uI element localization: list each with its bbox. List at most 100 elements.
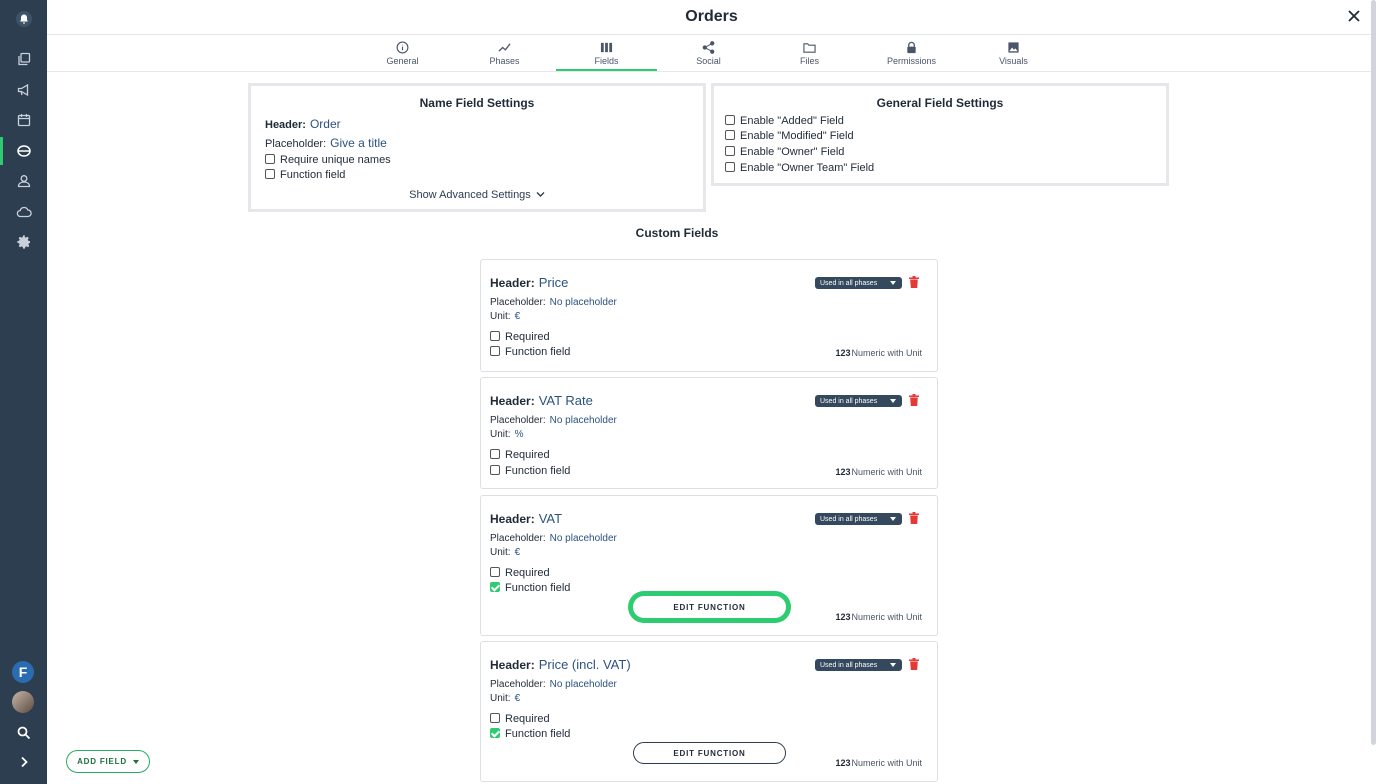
required-checkbox[interactable]: Required <box>490 713 550 725</box>
field-type: 123Numeric with Unit <box>835 758 922 768</box>
tab-label: Permissions <box>886 56 936 66</box>
field-header-value[interactable]: VAT Rate <box>539 393 593 408</box>
tab-permissions[interactable]: Permissions <box>861 36 962 71</box>
edit-function-button[interactable]: EDIT FUNCTION <box>633 596 786 618</box>
add-field-button[interactable]: ADD FIELD <box>66 750 150 773</box>
field-unit: Unit:% <box>490 429 524 440</box>
require-unique-checkbox[interactable]: Require unique names <box>265 154 391 166</box>
info-icon <box>396 41 409 54</box>
edit-function-button[interactable]: EDIT FUNCTION <box>633 742 786 764</box>
checkbox[interactable] <box>725 130 735 140</box>
tab-phases[interactable]: Phases <box>454 36 555 71</box>
field-unit: Unit: € <box>490 693 521 704</box>
custom-fields-title: Custom Fields <box>635 226 719 240</box>
checkbox[interactable] <box>265 169 275 179</box>
checkbox-checked[interactable] <box>490 728 500 738</box>
user-avatar-photo[interactable] <box>12 691 34 713</box>
name-header-value[interactable]: Order <box>310 117 341 131</box>
checkbox-checked[interactable] <box>490 582 500 592</box>
field-header-value[interactable]: VAT <box>539 511 562 526</box>
field-placeholder: Placeholder: No placeholder <box>490 679 617 690</box>
tab-bar: General Phases Fields Social Files Permi… <box>47 36 1376 72</box>
custom-field-card-price: Header: Price Used in all phases Placehol… <box>480 259 938 372</box>
checkbox[interactable] <box>725 115 735 125</box>
function-field-checkbox[interactable]: Function field <box>490 728 570 740</box>
tab-label: Files <box>799 56 819 66</box>
checkbox[interactable] <box>265 154 275 164</box>
tab-files[interactable]: Files <box>759 36 860 71</box>
enable-owner-team-checkbox[interactable]: Enable "Owner Team" Field <box>725 162 874 174</box>
tab-fields[interactable]: Fields <box>556 36 657 71</box>
trash-icon[interactable] <box>909 658 919 670</box>
name-function-checkbox[interactable]: Function field <box>265 169 345 181</box>
users-icon[interactable] <box>0 167 47 195</box>
chevron-down-icon <box>536 192 545 197</box>
name-placeholder-value[interactable]: Give a title <box>330 136 387 150</box>
checkbox[interactable] <box>490 449 500 459</box>
phase-dropdown[interactable]: Used in all phases <box>815 513 902 525</box>
bell-icon[interactable] <box>0 5 47 33</box>
user-avatar-initial[interactable]: F <box>12 661 34 683</box>
numeric-icon: 123 <box>835 612 851 622</box>
phase-dropdown[interactable]: Used in all phases <box>815 659 902 671</box>
image-icon <box>1008 42 1019 53</box>
checkbox[interactable] <box>725 162 735 172</box>
tab-social[interactable]: Social <box>658 36 759 71</box>
function-field-checkbox[interactable]: Function field <box>490 465 570 477</box>
lock-icon <box>907 41 916 54</box>
tab-label: Fields <box>594 56 619 66</box>
field-header-value[interactable]: Price <box>539 275 569 290</box>
trash-icon[interactable] <box>909 394 919 406</box>
tab-label: Phases <box>489 56 520 66</box>
checkbox[interactable] <box>490 567 500 577</box>
checkbox[interactable] <box>490 465 500 475</box>
field-type: 123Numeric with Unit <box>835 348 922 358</box>
general-field-settings-panel: General Field Settings Enable "Added" Fi… <box>711 83 1169 186</box>
close-icon[interactable] <box>1346 8 1362 24</box>
trash-icon[interactable] <box>909 512 919 524</box>
caret-down-icon <box>132 759 139 764</box>
field-unit: Unit: € <box>490 311 521 322</box>
function-field-checkbox[interactable]: Function field <box>490 346 570 358</box>
phase-dropdown[interactable]: Used in all phases <box>815 277 902 289</box>
checkbox[interactable] <box>490 331 500 341</box>
topbar: Orders <box>47 0 1376 35</box>
enable-owner-checkbox[interactable]: Enable "Owner" Field <box>725 146 844 158</box>
required-checkbox[interactable]: Required <box>490 449 550 461</box>
panel-title: Name Field Settings <box>419 96 535 110</box>
name-placeholder-row: Placeholder: Give a title <box>265 136 387 150</box>
gear-icon[interactable] <box>0 228 47 256</box>
scrollbar[interactable] <box>1371 0 1376 745</box>
checkbox[interactable] <box>490 713 500 723</box>
required-checkbox[interactable]: Required <box>490 567 550 579</box>
trash-icon[interactable] <box>909 276 919 288</box>
checkbox[interactable] <box>725 146 735 156</box>
megaphone-icon[interactable] <box>0 76 47 104</box>
enable-modified-checkbox[interactable]: Enable "Modified" Field <box>725 130 854 142</box>
field-unit: Unit: € <box>490 547 521 558</box>
caret-down-icon <box>890 281 896 285</box>
field-placeholder: Placeholder: No placeholder <box>490 533 617 544</box>
field-header: Header: VAT <box>490 511 563 526</box>
tab-label: Social <box>696 56 721 66</box>
enable-added-checkbox[interactable]: Enable "Added" Field <box>725 115 844 127</box>
calendar-icon[interactable] <box>0 106 47 134</box>
function-field-checkbox[interactable]: Function field <box>490 582 570 594</box>
checkbox[interactable] <box>490 346 500 356</box>
cloud-icon[interactable] <box>0 198 47 226</box>
show-advanced-settings-link[interactable]: Show Advanced Settings <box>251 189 703 201</box>
name-field-settings-panel: Name Field Settings Header: Order Placeho… <box>248 83 706 212</box>
required-checkbox[interactable]: Required <box>490 331 550 343</box>
tab-general[interactable]: General <box>352 36 453 71</box>
expand-chevron-icon[interactable] <box>0 748 47 776</box>
tab-visuals[interactable]: Visuals <box>963 36 1064 71</box>
custom-field-card-vat: Header: VAT Used in all phases Placeholde… <box>480 495 938 636</box>
phase-dropdown[interactable]: Used in all phases <box>815 395 902 407</box>
field-type: 123Numeric with Unit <box>835 612 922 622</box>
orders-icon[interactable] <box>0 137 47 165</box>
search-icon[interactable] <box>0 719 47 747</box>
copy-icon[interactable] <box>0 45 47 73</box>
field-header-value[interactable]: Price (incl. VAT) <box>539 657 631 672</box>
folder-icon <box>803 43 816 53</box>
tab-label: General <box>386 56 419 66</box>
